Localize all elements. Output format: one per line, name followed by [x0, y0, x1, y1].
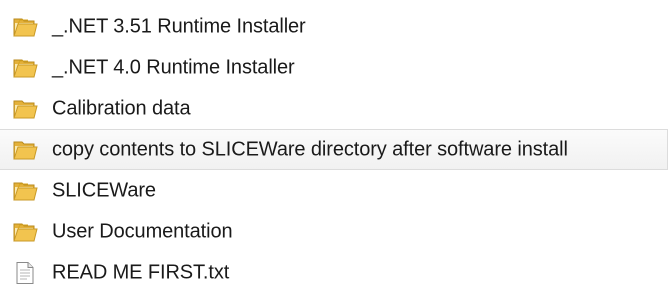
item-label: SLICEWare: [52, 179, 156, 201]
folder-icon: [12, 220, 38, 244]
item-label: Calibration data: [52, 97, 191, 119]
folder-icon: [12, 179, 38, 203]
text-file-icon: [12, 261, 38, 285]
list-item-dotnet-40[interactable]: _.NET 4.0 Runtime Installer: [0, 47, 671, 88]
folder-icon: [12, 138, 38, 162]
list-item-dotnet-351[interactable]: _.NET 3.51 Runtime Installer: [0, 6, 671, 47]
list-item-sliceware[interactable]: SLICEWare: [0, 170, 671, 211]
item-label: READ ME FIRST.txt: [52, 261, 230, 283]
list-item-copy-contents[interactable]: copy contents to SLICEWare directory aft…: [0, 129, 668, 170]
list-item-user-documentation[interactable]: User Documentation: [0, 211, 671, 252]
folder-icon: [12, 97, 38, 121]
list-item-calibration-data[interactable]: Calibration data: [0, 88, 671, 129]
item-label: copy contents to SLICEWare directory aft…: [52, 138, 568, 160]
item-label: _.NET 4.0 Runtime Installer: [52, 56, 295, 78]
item-label: User Documentation: [52, 220, 233, 242]
list-item-read-me-first[interactable]: READ ME FIRST.txt: [0, 252, 671, 293]
folder-icon: [12, 15, 38, 39]
folder-icon: [12, 56, 38, 80]
item-label: _.NET 3.51 Runtime Installer: [52, 15, 306, 37]
file-list: _.NET 3.51 Runtime Installer _.NET 4.0 R…: [0, 6, 671, 293]
